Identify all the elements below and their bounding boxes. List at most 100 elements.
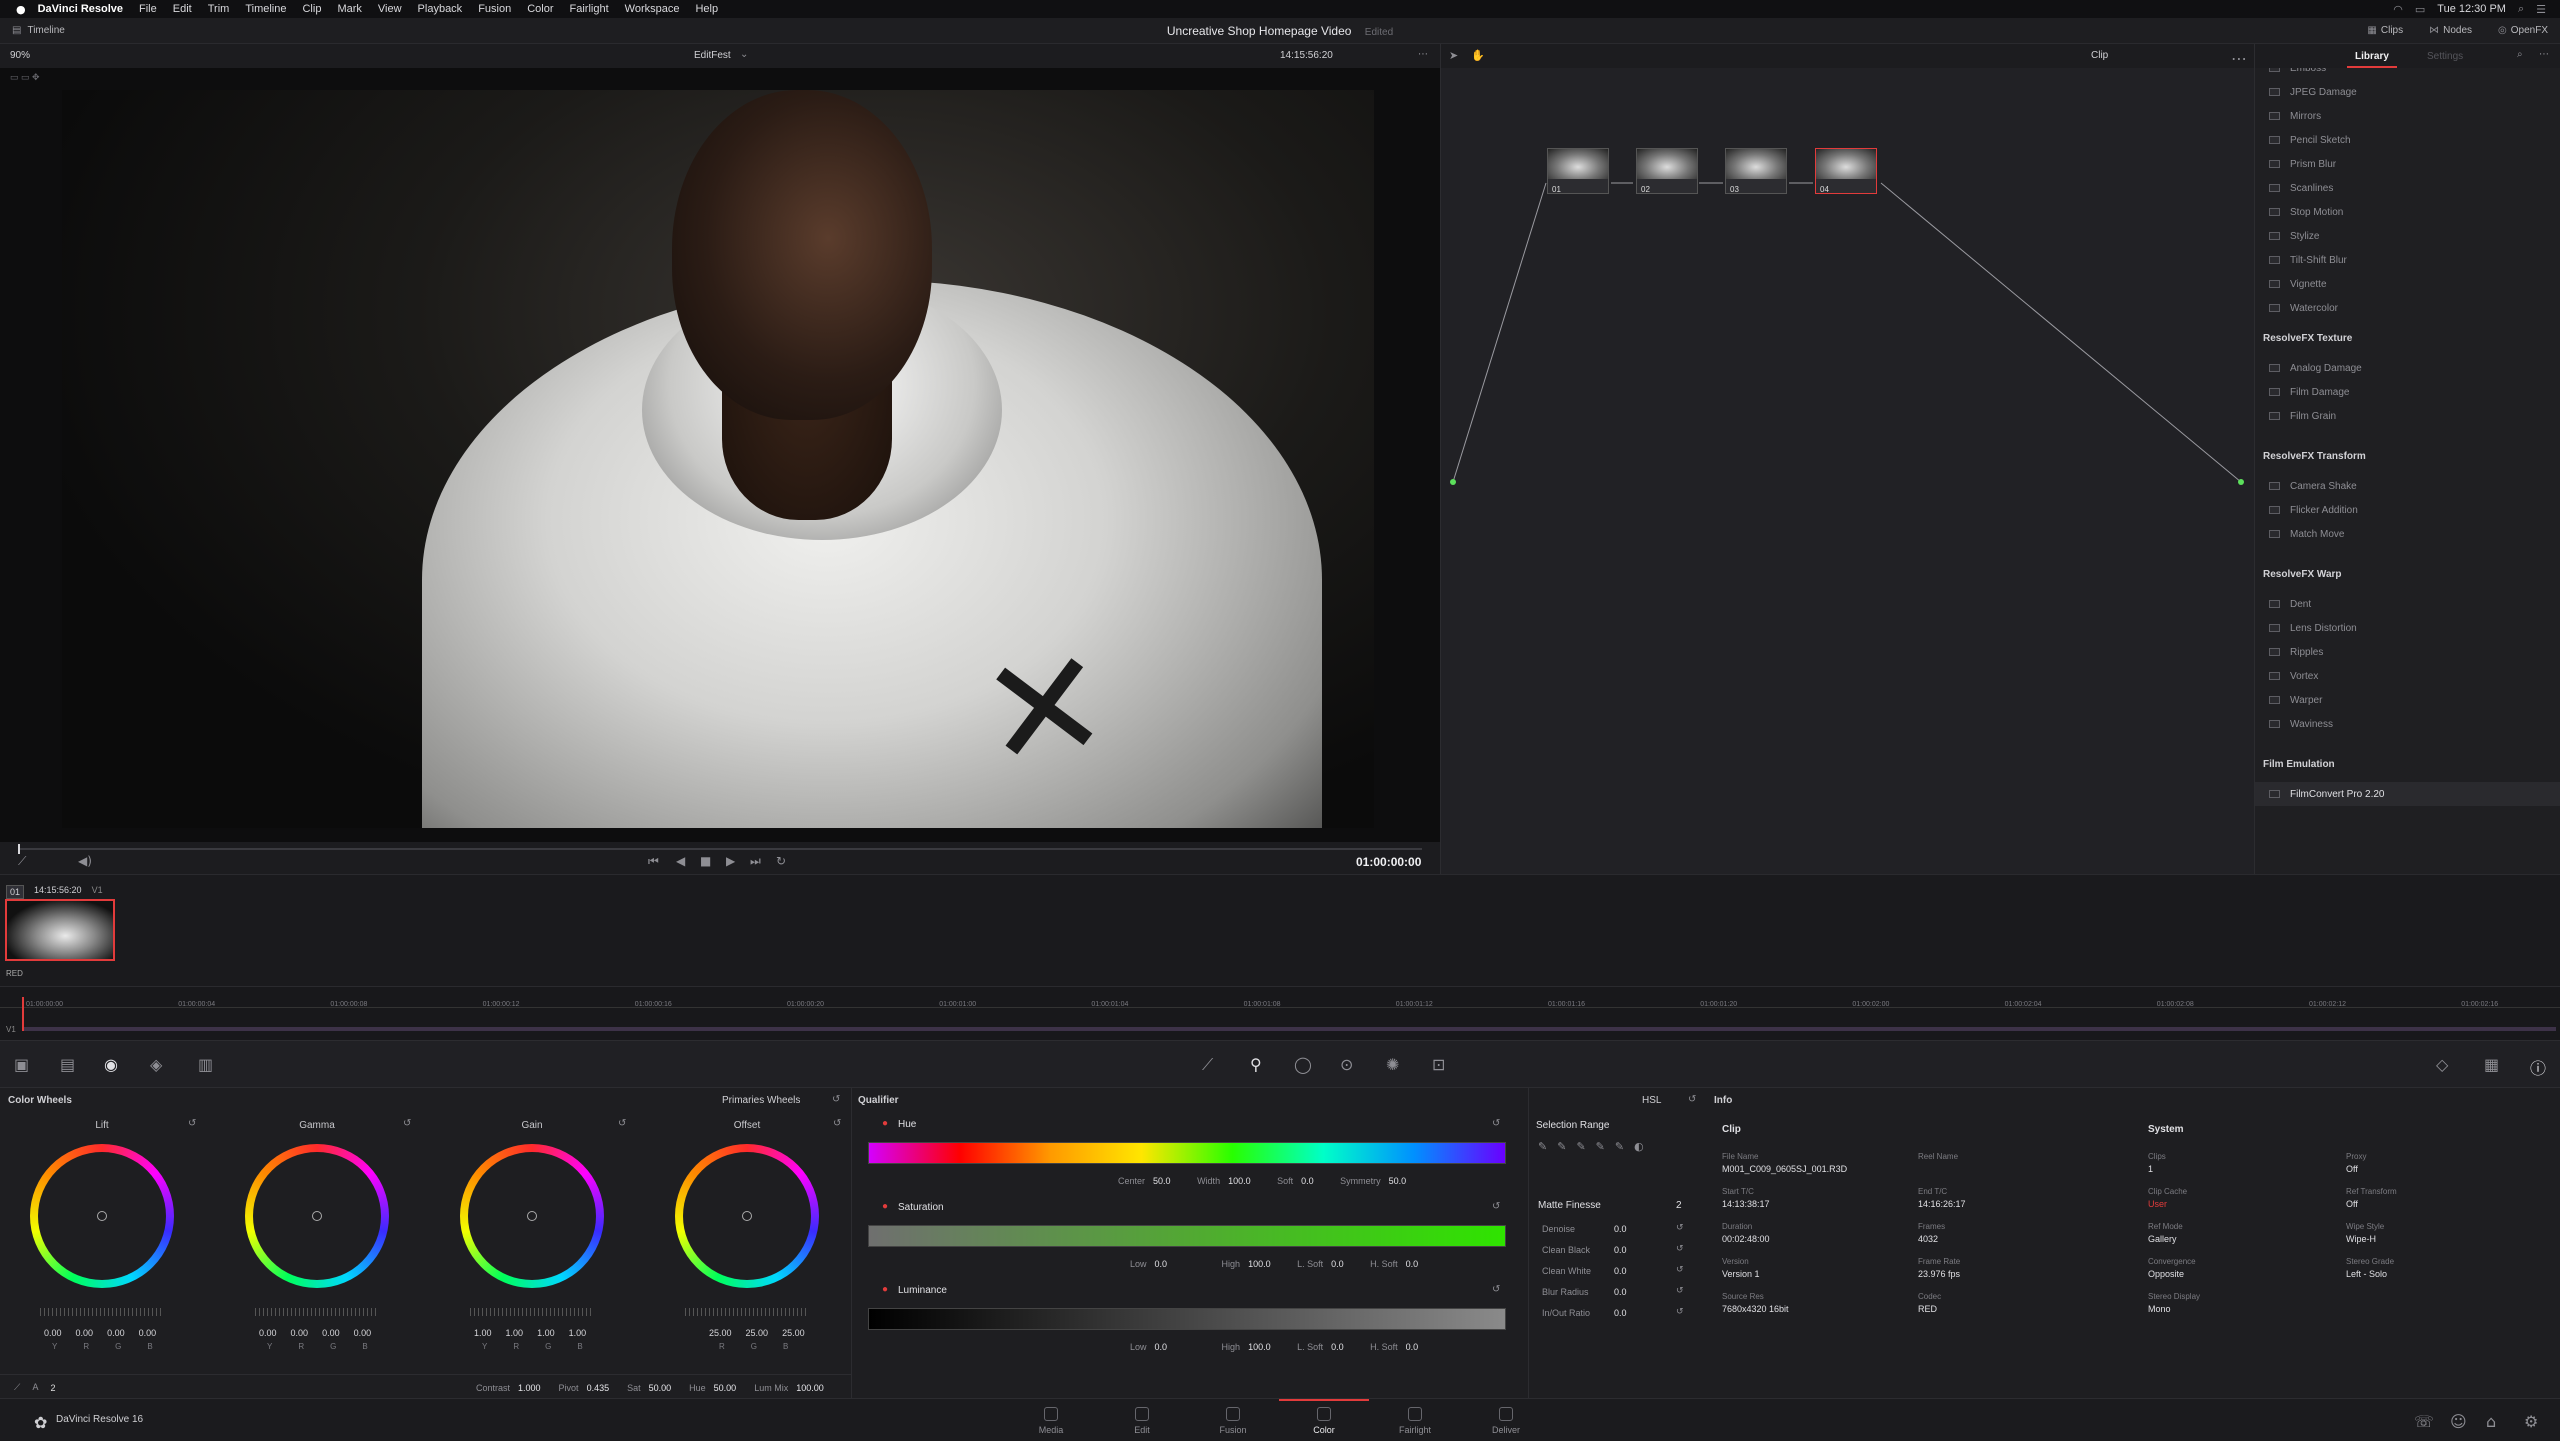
curves-icon[interactable]: ⟋	[1202, 1055, 1213, 1075]
wheel-puck[interactable]	[742, 1211, 752, 1221]
color-wheel-offset[interactable]	[675, 1144, 819, 1288]
luminance-range-bar[interactable]	[868, 1308, 1506, 1330]
fx-item[interactable]: Stylize	[2255, 224, 2560, 248]
wheel-value[interactable]: 0.00	[322, 1328, 340, 1338]
wheel-value[interactable]: 1.00	[537, 1328, 555, 1338]
hue-value[interactable]: 50.00	[714, 1383, 737, 1393]
fx-item[interactable]: Tilt-Shift Blur	[2255, 248, 2560, 272]
timeline-label[interactable]: Timeline	[27, 25, 64, 36]
auto-balance-icon[interactable]: ⟋	[14, 1383, 20, 1393]
node-04-selected[interactable]: 04	[1815, 148, 1877, 194]
node-01[interactable]: 01	[1547, 148, 1609, 194]
fx-item[interactable]: Warper	[2255, 688, 2560, 712]
fx-item[interactable]: JPEG Damage	[2255, 80, 2560, 104]
reverse-icon[interactable]: ◀	[676, 854, 685, 868]
wifi-icon[interactable]: ◠	[2393, 3, 2403, 16]
project-manager-icon[interactable]: ☺	[2450, 1412, 2467, 1431]
scrub-playhead[interactable]	[18, 844, 20, 854]
hue-width-value[interactable]: 100.0	[1228, 1176, 1251, 1186]
wheels-mode-dropdown[interactable]: Primaries Wheels	[722, 1095, 800, 1106]
fx-item[interactable]: Watercolor	[2255, 296, 2560, 320]
fx-item[interactable]: Prism Blur	[2255, 152, 2560, 176]
clips-icon[interactable]: ▦	[2367, 25, 2376, 36]
wheel-value[interactable]: 0.00	[354, 1328, 372, 1338]
hue-soft-value[interactable]: 0.0	[1301, 1176, 1314, 1186]
scrub-bar[interactable]	[18, 848, 1422, 850]
tracker-icon[interactable]: ⊙	[1340, 1055, 1353, 1074]
viewer-timecode[interactable]: 14:15:56:20	[1280, 50, 1333, 61]
menu-timeline[interactable]: Timeline	[245, 3, 286, 15]
keyframes-icon[interactable]: ◇	[2436, 1055, 2448, 1074]
fx-item[interactable]: Dent	[2255, 592, 2560, 616]
tab-settings[interactable]: Settings	[2427, 51, 2463, 62]
sat-high-value[interactable]: 100.0	[1248, 1259, 1271, 1269]
fx-item[interactable]: Mirrors	[2255, 104, 2560, 128]
reset-all-icon[interactable]: ↺	[832, 1094, 840, 1105]
wheel-value[interactable]: 0.00	[139, 1328, 157, 1338]
stop-icon[interactable]: ■	[700, 854, 711, 868]
timeline-icon[interactable]: ▤	[12, 25, 21, 36]
master-wheel-slider[interactable]	[470, 1308, 594, 1316]
contrast-value[interactable]: 1.000	[518, 1383, 541, 1393]
matte-reset-icon[interactable]: ↺	[1676, 1244, 1684, 1254]
battery-icon[interactable]: ▭	[2415, 3, 2425, 16]
menu-file[interactable]: File	[139, 3, 157, 15]
clips-button[interactable]: Clips	[2381, 25, 2403, 36]
timeline-ruler[interactable]: 01:00:00:00 01:00:00:04 01:00:00:08 01:00:0…	[0, 987, 2560, 1008]
hue-symmetry-value[interactable]: 50.0	[1389, 1176, 1407, 1186]
pointer-icon[interactable]: ➤	[1449, 49, 1458, 62]
matte-reset-icon[interactable]: ↺	[1676, 1265, 1684, 1275]
wheel-value[interactable]: 0.00	[259, 1328, 277, 1338]
node-options-icon[interactable]: ⋯	[2231, 49, 2247, 68]
menu-trim[interactable]: Trim	[208, 3, 230, 15]
viewer[interactable]: ▭ ▭ ✥ ✕	[0, 68, 1440, 874]
apple-icon[interactable]: ●	[16, 3, 26, 16]
wheel-value[interactable]: 0.00	[76, 1328, 94, 1338]
wheel-reset-icon[interactable]: ↺	[403, 1118, 411, 1129]
hue-center-value[interactable]: 50.0	[1153, 1176, 1171, 1186]
chat-icon[interactable]: ☏	[2414, 1412, 2434, 1431]
sat-hsoft-value[interactable]: 0.0	[1406, 1259, 1419, 1269]
control-center-icon[interactable]: ☰	[2536, 3, 2546, 16]
app-menu[interactable]: DaVinci Resolve	[38, 3, 123, 15]
fx-item[interactable]: Waviness	[2255, 712, 2560, 736]
saturation-reset-icon[interactable]: ↺	[1492, 1201, 1500, 1212]
lum-high-value[interactable]: 100.0	[1248, 1342, 1271, 1352]
home-icon[interactable]: ⌂	[2486, 1412, 2496, 1431]
go-to-end-icon[interactable]: ⏭	[750, 854, 761, 869]
fx-item[interactable]: Match Move	[2255, 522, 2560, 546]
nodes-button[interactable]: Nodes	[2443, 25, 2472, 36]
matte-reset-icon[interactable]: ↺	[1676, 1307, 1684, 1317]
master-wheel-slider[interactable]	[40, 1308, 164, 1316]
auto-color-icon[interactable]: A	[32, 1383, 38, 1393]
qualifier-reset-icon[interactable]: ↺	[1688, 1094, 1696, 1105]
input-port[interactable]	[1450, 479, 1456, 485]
wheel-value[interactable]: 1.00	[474, 1328, 492, 1338]
menu-color[interactable]: Color	[527, 3, 553, 15]
openfx-icon[interactable]: ◎	[2498, 25, 2507, 36]
wheel-value[interactable]: 0.00	[291, 1328, 309, 1338]
menu-playback[interactable]: Playback	[418, 3, 463, 15]
timeline-playhead[interactable]	[22, 997, 24, 1031]
picker-icon[interactable]: ⟋	[18, 854, 26, 869]
project-settings-icon[interactable]: ⚙	[2524, 1412, 2538, 1431]
matte-value[interactable]: 0.0	[1614, 1308, 1627, 1318]
fx-item[interactable]: Film Grain	[2255, 404, 2560, 428]
window-icon[interactable]: ◯	[1294, 1055, 1312, 1074]
invert-icon[interactable]: ◐	[1634, 1140, 1644, 1153]
page-tab-fairlight[interactable]: Fairlight	[1370, 1399, 1460, 1441]
fx-item[interactable]: Analog Damage	[2255, 356, 2560, 380]
node-03[interactable]: 03	[1725, 148, 1787, 194]
viewer-clip-name[interactable]: EditFest	[694, 50, 731, 61]
color-match-icon[interactable]: ▤	[60, 1055, 75, 1074]
clock[interactable]: Tue 12:30 PM	[2437, 3, 2506, 15]
matte-value[interactable]: 0.0	[1614, 1245, 1627, 1255]
fx-item[interactable]: Pencil Sketch	[2255, 128, 2560, 152]
wheel-value[interactable]: 0.00	[107, 1328, 125, 1338]
wheel-reset-icon[interactable]: ↺	[618, 1118, 626, 1129]
timeline-track[interactable]	[24, 1027, 2556, 1031]
video-frame[interactable]: ✕	[62, 90, 1374, 828]
library-search-icon[interactable]: ⌕	[2517, 49, 2523, 60]
color-wheel-gain[interactable]	[460, 1144, 604, 1288]
picker-plus-icon[interactable]: ✎	[1576, 1140, 1585, 1153]
